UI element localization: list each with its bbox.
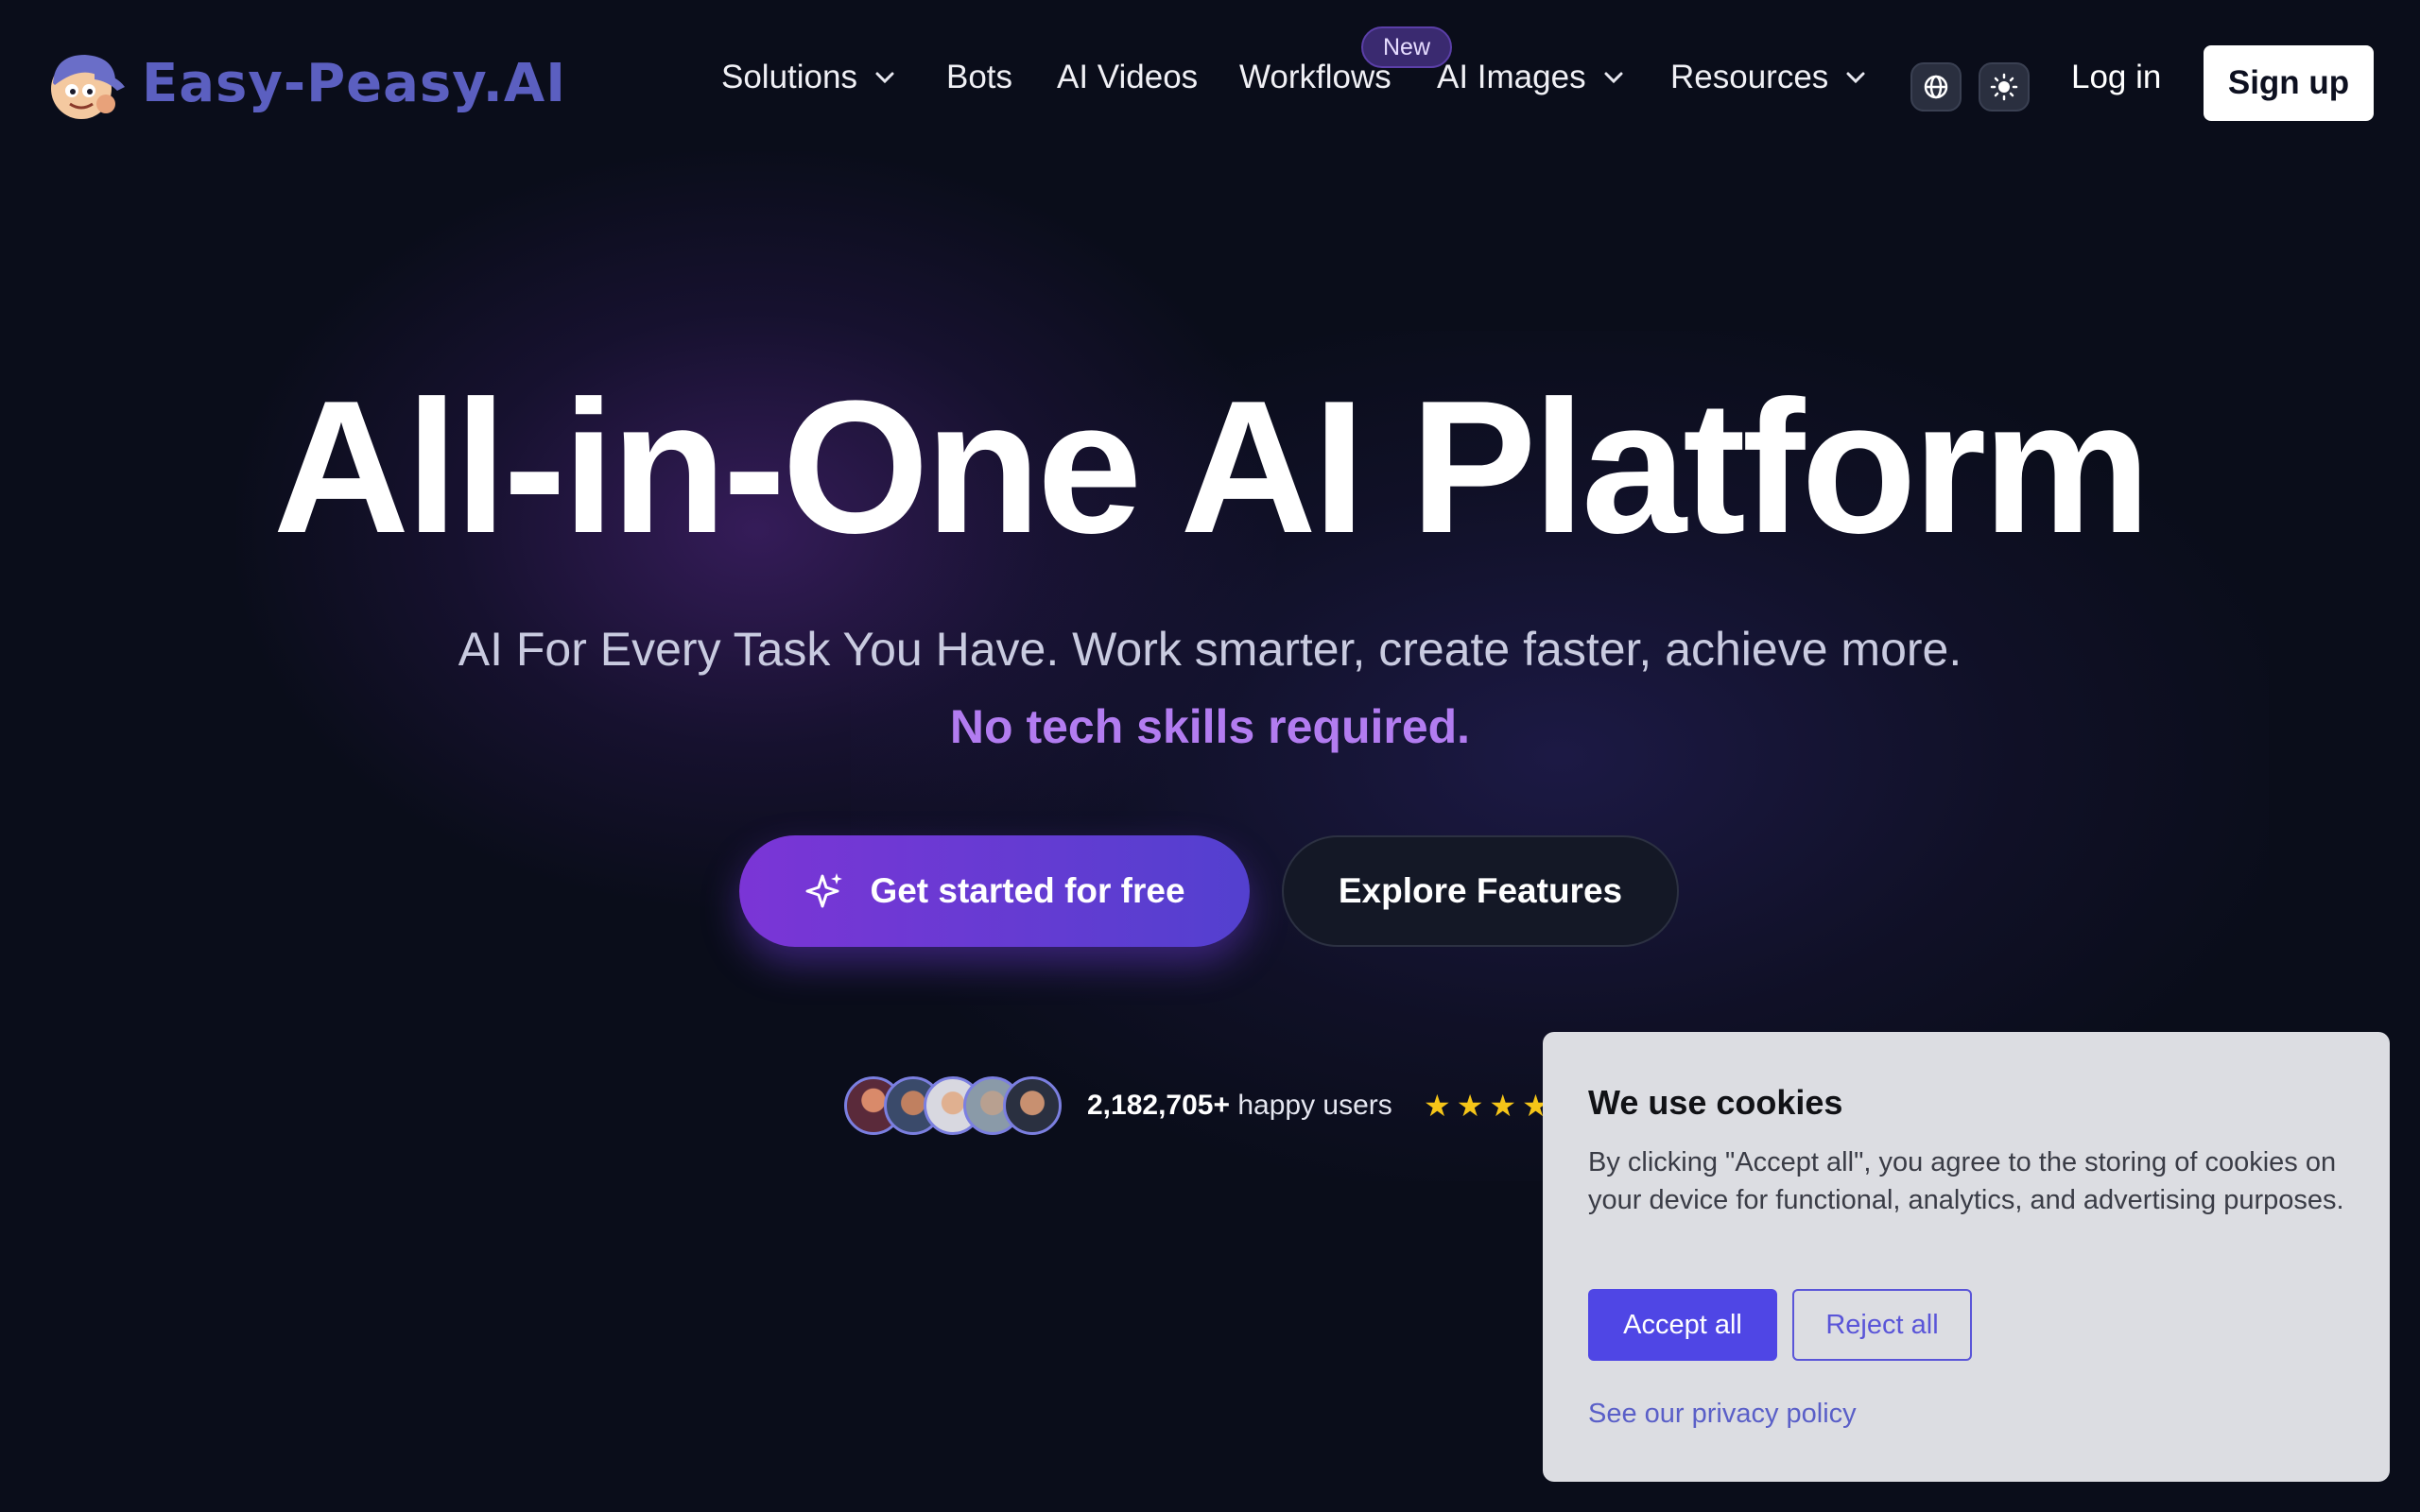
nav-item-bots[interactable]: Bots [946,59,1012,96]
nav-item-solutions[interactable]: Solutions [721,59,895,96]
sparkles-icon [805,873,843,908]
avatar [1003,1076,1062,1135]
user-avatars [844,1076,1062,1139]
privacy-policy-link[interactable]: See our privacy policy [1588,1399,1857,1430]
nav-item-resources[interactable]: Resources [1670,59,1866,96]
nav-item-label: AI Videos [1057,59,1199,95]
hero-accent-text: No tech skills required. [949,700,1471,753]
nav-item-label: AI Images [1437,59,1586,95]
chevron-down-icon [875,72,894,84]
cookie-banner: We use cookies By clicking "Accept all",… [1543,1032,2390,1482]
user-count-suffix: happy users [1237,1090,1392,1121]
user-count: 2,182,705+ happy users [1087,1090,1392,1122]
reject-all-button[interactable]: Reject all [1792,1289,1972,1361]
chevron-down-icon [1846,72,1865,84]
nav-item-ai-images[interactable]: AI Images [1437,59,1624,96]
star-icon: ★ [1489,1089,1517,1123]
nav-item-workflows[interactable]: Workflows [1239,59,1392,96]
get-started-label: Get started for free [870,871,1185,910]
nav-item-label: Resources [1670,59,1829,95]
accept-all-button[interactable]: Accept all [1588,1289,1777,1361]
signup-button[interactable]: Sign up [2204,45,2374,121]
nav-item-label: Bots [946,59,1013,95]
star-icon: ★ [1456,1089,1484,1123]
top-navigation: Easy-Peasy.AI Solutions Bots AI Videos N… [0,0,2420,170]
globe-icon [1924,75,1948,99]
user-count-number: 2,182,705+ [1087,1090,1230,1121]
language-button[interactable] [1910,62,1962,112]
get-started-button[interactable]: Get started for free [739,835,1250,947]
hero-subtitle: AI For Every Task You Have. Work smarter… [458,623,1962,676]
nav-item-ai-videos[interactable]: AI Videos [1057,59,1198,96]
brand-name: Easy-Peasy.AI [142,52,567,114]
nav-item-label: Workflows [1239,59,1392,95]
cookie-title: We use cookies [1588,1083,1843,1122]
cookie-body: By clicking "Accept all", you agree to t… [1588,1147,2344,1215]
nav-item-label: Solutions [721,59,857,95]
chevron-down-icon [1604,72,1623,84]
star-icon: ★ [1424,1089,1451,1123]
sun-icon [1990,73,2018,101]
theme-toggle-button[interactable] [1979,62,2030,112]
hero-title: All-in-One AI Platform [272,362,2151,573]
login-link[interactable]: Log in [2071,59,2161,96]
explore-features-button[interactable]: Explore Features [1282,835,1679,947]
brand-logo[interactable]: Easy-Peasy.AI [42,45,566,121]
mascot-logo-icon [51,55,125,119]
